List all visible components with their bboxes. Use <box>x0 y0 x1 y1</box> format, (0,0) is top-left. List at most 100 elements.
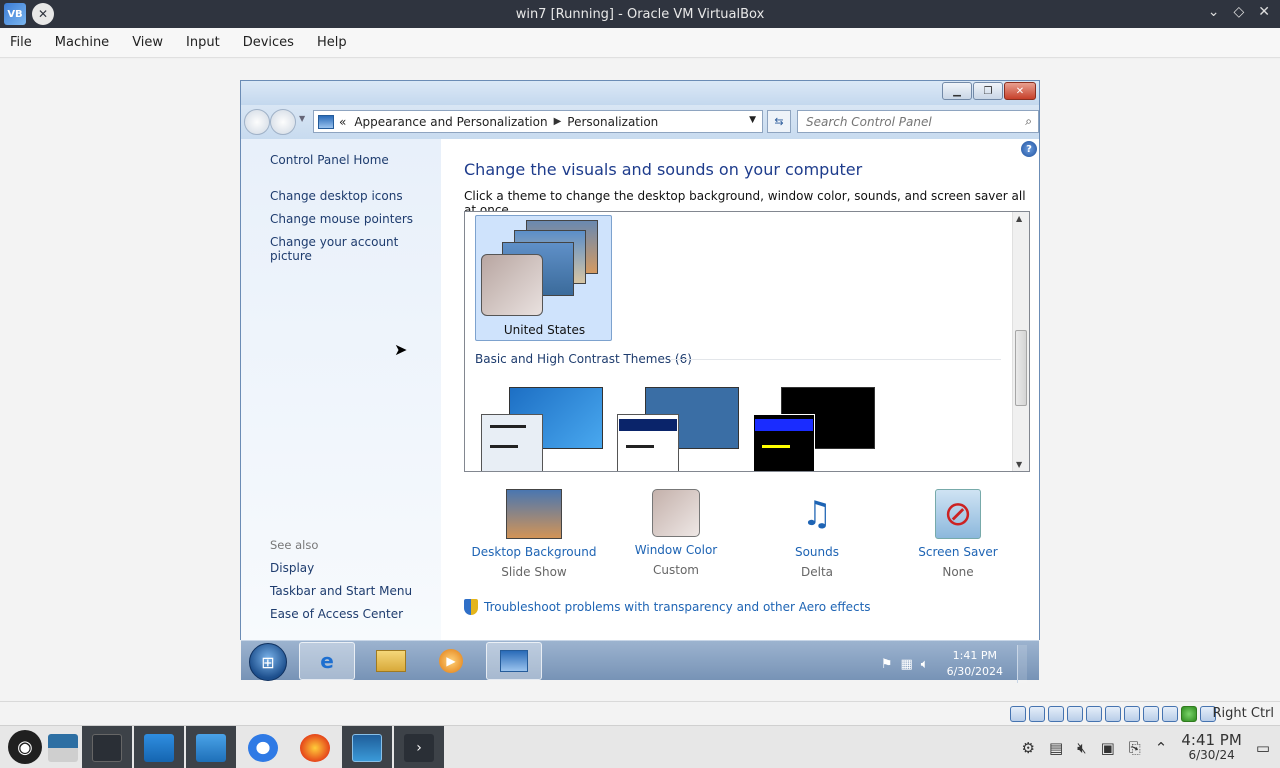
close-button[interactable]: ✕ <box>1004 82 1036 100</box>
mute-icon[interactable]: 🔇︎ <box>1077 739 1086 757</box>
refresh-button[interactable]: ⇆ <box>767 110 791 133</box>
control-panel-taskbar-icon[interactable] <box>486 642 542 680</box>
back-button[interactable] <box>244 109 270 135</box>
capture-status-icon[interactable] <box>1162 706 1178 722</box>
navigation-bar: ▼ « Appearance and Personalization ▶ Per… <box>241 105 1039 139</box>
hard-disk-status-icon[interactable] <box>1010 706 1026 722</box>
windows-explorer-icon[interactable] <box>363 642 419 680</box>
scroll-up-icon[interactable]: ▲ <box>1016 214 1022 223</box>
forward-button[interactable] <box>270 109 296 135</box>
usb-status-icon[interactable] <box>1086 706 1102 722</box>
internet-explorer-icon[interactable]: e <box>299 642 355 680</box>
kde-connect-icon[interactable]: ⚙ <box>1021 739 1034 757</box>
shared-folders-status-icon[interactable] <box>1105 706 1121 722</box>
menu-devices[interactable]: Devices <box>243 35 305 50</box>
taskbar-start-menu-link[interactable]: Taskbar and Start Menu <box>270 584 412 598</box>
restore-button[interactable]: ❐ <box>973 82 1003 100</box>
host-taskbar: ◉ › ⚙ ▤ 🔇︎ ▣ ⎘ ⌃ 4:41 PM 6/30/24 ▭ <box>0 725 1280 768</box>
themes-scrollbar[interactable]: ▲ ▼ <box>1012 212 1029 471</box>
start-orb-icon[interactable]: ⊞ <box>249 643 287 681</box>
group-header: Basic and High Contrast Themes (6) <box>475 352 692 366</box>
show-desktop-icon[interactable]: ▭ <box>1256 739 1270 757</box>
virtualbox-taskbar-icon[interactable] <box>342 726 392 768</box>
minimize-button[interactable]: ▁ <box>942 82 972 100</box>
display-link[interactable]: Display <box>270 561 314 575</box>
close-icon[interactable]: ✕ <box>1258 4 1270 20</box>
window-color-option[interactable]: Window Color Custom <box>606 489 746 577</box>
menu-file[interactable]: File <box>10 35 43 50</box>
theme-label: United States <box>503 323 586 337</box>
help-icon[interactable]: ? <box>1021 141 1037 157</box>
recent-pages-dropdown-icon[interactable]: ▼ <box>299 114 305 123</box>
search-input[interactable] <box>806 114 1006 129</box>
menu-view[interactable]: View <box>132 35 174 50</box>
disk-icon[interactable]: ▣ <box>1101 739 1115 757</box>
change-mouse-pointers-link[interactable]: Change mouse pointers <box>270 212 413 226</box>
terminal-icon[interactable]: › <box>394 726 444 768</box>
audio-status-icon[interactable] <box>1048 706 1064 722</box>
desktop-background-label[interactable]: Desktop Background <box>464 545 604 559</box>
search-icon[interactable]: ⌕ <box>1025 114 1032 129</box>
menu-help[interactable]: Help <box>317 35 358 50</box>
file-manager-icon[interactable] <box>186 726 236 768</box>
desktop-background-icon[interactable] <box>506 489 562 539</box>
address-dropdown-icon[interactable]: ▼ <box>749 115 756 125</box>
window-title: win7 [Running] - Oracle VM VirtualBox <box>515 6 765 22</box>
sounds-icon[interactable]: ♫ <box>789 489 845 539</box>
screen-saver-icon[interactable]: ⊘ <box>935 489 981 539</box>
screen-saver-label[interactable]: Screen Saver <box>888 545 1028 559</box>
address-bar[interactable]: « Appearance and Personalization ▶ Perso… <box>313 110 763 133</box>
breadcrumb-separator-icon[interactable]: ▶ <box>554 116 562 127</box>
network-icon[interactable]: ▦ <box>900 657 912 672</box>
ease-of-access-link[interactable]: Ease of Access Center <box>270 607 403 621</box>
show-desktop-button[interactable] <box>1017 645 1027 683</box>
application-launcher-icon[interactable]: ◉ <box>8 730 42 764</box>
win7-clock[interactable]: 1:41 PM 6/30/2024 <box>947 648 1003 680</box>
scroll-thumb[interactable] <box>1015 330 1027 406</box>
win7-system-tray: ⚑ ▦ 🔈︎ 1:41 PM 6/30/2024 <box>881 645 1027 683</box>
window-color-label[interactable]: Window Color <box>606 543 746 557</box>
desktop-background-value: Slide Show <box>501 565 567 579</box>
sounds-option[interactable]: ♫ Sounds Delta <box>747 489 887 579</box>
change-account-picture-link[interactable]: Change your account picture <box>270 235 441 263</box>
virtualbox-app-icon[interactable]: VB <box>4 3 26 25</box>
system-settings-icon[interactable] <box>82 726 132 768</box>
volume-icon[interactable]: 🔈︎ <box>921 657 929 672</box>
expand-tray-icon[interactable]: ⌃ <box>1155 739 1168 757</box>
vm-display[interactable]: ▁ ❐ ✕ ▼ « Appearance and Personalization… <box>0 59 1280 701</box>
desktop-pager-icon[interactable] <box>38 726 88 768</box>
sounds-label[interactable]: Sounds <box>747 545 887 559</box>
change-desktop-icons-link[interactable]: Change desktop icons <box>270 189 403 203</box>
scroll-down-icon[interactable]: ▼ <box>1016 460 1022 469</box>
troubleshoot-link[interactable]: Troubleshoot problems with transparency … <box>484 600 871 614</box>
close-circle-icon[interactable]: ✕ <box>32 3 54 25</box>
screen-saver-option[interactable]: ⊘ Screen Saver None <box>888 489 1028 579</box>
breadcrumb-personalization[interactable]: Personalization <box>567 115 658 129</box>
discover-icon[interactable] <box>134 726 184 768</box>
display-status-icon[interactable] <box>1124 706 1140 722</box>
maximize-diamond-icon[interactable]: ◇ <box>1233 4 1244 20</box>
optical-drive-status-icon[interactable] <box>1029 706 1045 722</box>
media-player-icon[interactable]: ▶ <box>423 642 479 680</box>
menu-machine[interactable]: Machine <box>55 35 120 50</box>
action-center-flag-icon[interactable]: ⚑ <box>881 657 893 672</box>
breadcrumb-appearance[interactable]: Appearance and Personalization <box>354 115 547 129</box>
firefox-icon[interactable] <box>290 726 340 768</box>
clipboard-icon[interactable]: ▤ <box>1049 739 1063 757</box>
chromium-icon[interactable] <box>238 726 288 768</box>
menu-input[interactable]: Input <box>186 35 231 50</box>
window-color-icon[interactable] <box>652 489 700 537</box>
network-status-icon[interactable] <box>1067 706 1083 722</box>
minimize-chevron-icon[interactable]: ⌄ <box>1208 4 1220 20</box>
themes-list[interactable]: United States Basic and High Contrast Th… <box>464 211 1030 472</box>
troubleshoot-link-row[interactable]: Troubleshoot problems with transparency … <box>464 599 871 615</box>
host-clock[interactable]: 4:41 PM 6/30/24 <box>1181 732 1241 763</box>
control-panel-home-link[interactable]: Control Panel Home <box>270 153 389 167</box>
virtualization-status-icon[interactable] <box>1181 706 1197 722</box>
theme-united-states[interactable]: United States <box>475 215 612 341</box>
desktop-background-option[interactable]: Desktop Background Slide Show <box>464 489 604 579</box>
network-tray-icon[interactable]: ⎘ <box>1129 739 1141 757</box>
recording-status-icon[interactable] <box>1143 706 1159 722</box>
search-box[interactable]: ⌕ <box>797 110 1039 133</box>
address-chevron[interactable]: « <box>339 115 346 129</box>
